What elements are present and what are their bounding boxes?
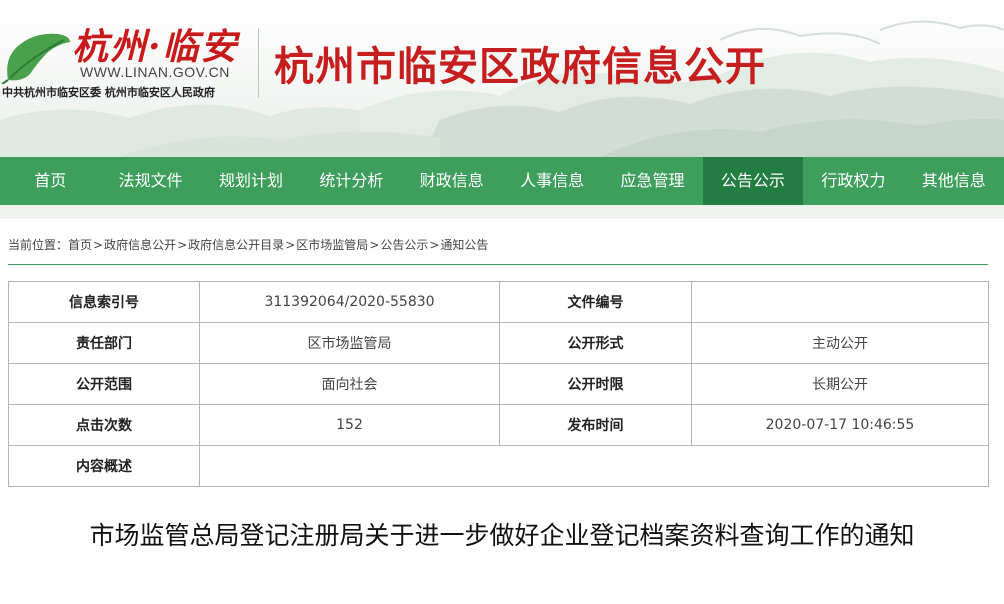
nav-shadow-band [0,205,1004,219]
nav-item-other-info[interactable]: 其他信息 [904,157,1004,205]
table-row: 信息索引号 311392064/2020-55830 文件编号 [8,281,989,323]
table-row: 责任部门 区市场监管局 公开形式 主动公开 [8,322,989,364]
info-key-department: 责任部门 [8,322,200,364]
info-value-department: 区市场监管局 [199,322,500,364]
breadcrumb-prefix: 当前位置： [8,238,69,252]
banner-divider [258,28,259,98]
logo-subtitle: 中共杭州市临安区委 杭州市临安区人民政府 [2,86,215,99]
info-value-disclosure-form: 主动公开 [691,322,989,364]
table-row: 内容概述 [8,445,989,487]
table-row: 点击次数 152 发布时间 2020-07-17 10:46:55 [8,404,989,446]
breadcrumb-separator: > [93,238,104,252]
info-key-disclosure-form: 公开形式 [499,322,692,364]
breadcrumb-divider [8,264,988,265]
nav-item-emergency[interactable]: 应急管理 [602,157,702,205]
breadcrumb: 当前位置：首页>政府信息公开>政府信息公开目录>区市场监管局>公告公示>通知公告 [8,236,488,253]
info-value-publish-time: 2020-07-17 10:46:55 [691,404,989,446]
info-value-summary [199,445,989,487]
info-value-disclosure-scope: 面向社会 [199,363,500,405]
ginkgo-leaf-icon [1,33,71,84]
main-nav: 首页 法规文件 规划计划 统计分析 财政信息 人事信息 应急管理 公告公示 行政… [0,157,1004,205]
info-key-disclosure-period: 公开时限 [499,363,692,405]
breadcrumb-separator: > [429,238,440,252]
breadcrumb-home[interactable]: 首页 [68,238,92,252]
table-row: 公开范围 面向社会 公开时限 长期公开 [8,363,989,405]
article-title: 市场监管总局登记注册局关于进一步做好企业登记档案资料查询工作的通知 [89,521,915,550]
info-key-index-number: 信息索引号 [8,281,200,323]
info-key-disclosure-scope: 公开范围 [8,363,200,405]
breadcrumb-market-bureau[interactable]: 区市场监管局 [296,238,368,252]
breadcrumb-notices[interactable]: 通知公告 [440,238,488,252]
info-table: 信息索引号 311392064/2020-55830 文件编号 责任部门 区市场… [8,281,989,487]
nav-item-regulations[interactable]: 法规文件 [100,157,200,205]
site-title: 杭州市临安区政府信息公开 [274,43,766,90]
breadcrumb-separator: > [285,238,296,252]
info-key-summary: 内容概述 [8,445,200,487]
nav-item-administrative-power[interactable]: 行政权力 [803,157,903,205]
breadcrumb-separator: > [177,238,188,252]
logo-title: 杭州·临安 [72,26,239,68]
nav-item-announcements[interactable]: 公告公示 [702,157,804,205]
logo-url: WWW.LINAN.GOV.CN [80,64,230,80]
breadcrumb-separator: > [369,238,380,252]
breadcrumb-gov-info[interactable]: 政府信息公开 [104,238,176,252]
info-value-disclosure-period: 长期公开 [691,363,989,405]
nav-item-planning[interactable]: 规划计划 [201,157,301,205]
info-value-document-number [691,281,989,323]
breadcrumb-gov-info-catalog[interactable]: 政府信息公开目录 [188,238,284,252]
breadcrumb-announcements[interactable]: 公告公示 [380,238,428,252]
nav-item-statistics[interactable]: 统计分析 [301,157,401,205]
info-value-index-number: 311392064/2020-55830 [199,281,500,323]
nav-item-finance[interactable]: 财政信息 [402,157,502,205]
info-key-click-count: 点击次数 [8,404,200,446]
header-banner: 杭州·临安 WWW.LINAN.GOV.CN 中共杭州市临安区委 杭州市临安区人… [0,0,1004,157]
nav-item-home[interactable]: 首页 [0,157,100,205]
info-key-document-number: 文件编号 [499,281,692,323]
info-key-publish-time: 发布时间 [499,404,692,446]
nav-item-personnel[interactable]: 人事信息 [502,157,602,205]
info-value-click-count: 152 [199,404,500,446]
